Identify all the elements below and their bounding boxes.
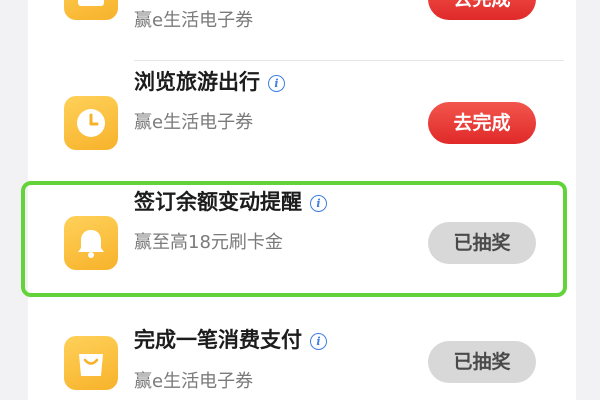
task-title: 完成一笔消费支付 i [134,327,327,353]
info-icon[interactable]: i [268,75,285,92]
drawn-button[interactable]: 已抽奖 [428,222,536,264]
task-title-text: 签订余额变动提醒 [134,190,302,214]
task-title: 签订余额变动提醒 i [134,189,327,215]
task-subtitle: 赢e生活电子券 [134,10,254,31]
drawn-button[interactable]: 已抽奖 [428,341,536,383]
task-title-text: 完成一笔消费支付 [134,328,302,352]
task-card: 赢e生活电子券 去完成 浏览旅游出行 i 赢e生活电子券 去完成 [28,0,576,400]
task-list-screen: 赢e生活电子券 去完成 浏览旅游出行 i 赢e生活电子券 去完成 [0,0,600,400]
task-title: 浏览旅游出行 i [134,69,285,95]
task-subtitle: 赢至高18元刷卡金 [134,232,283,253]
clock-icon [64,96,118,150]
task-title-text: 浏览旅游出行 [134,70,260,94]
bell-icon [64,216,118,270]
shopping-bag-icon [64,336,118,390]
gift-icon [64,0,118,20]
divider [134,60,564,61]
task-subtitle: 赢e生活电子券 [134,112,254,133]
info-icon[interactable]: i [310,195,327,212]
go-complete-button[interactable]: 去完成 [428,102,536,144]
go-complete-button[interactable]: 去完成 [428,0,536,20]
task-subtitle: 赢e生活电子券 [134,371,254,392]
info-icon[interactable]: i [310,333,327,350]
